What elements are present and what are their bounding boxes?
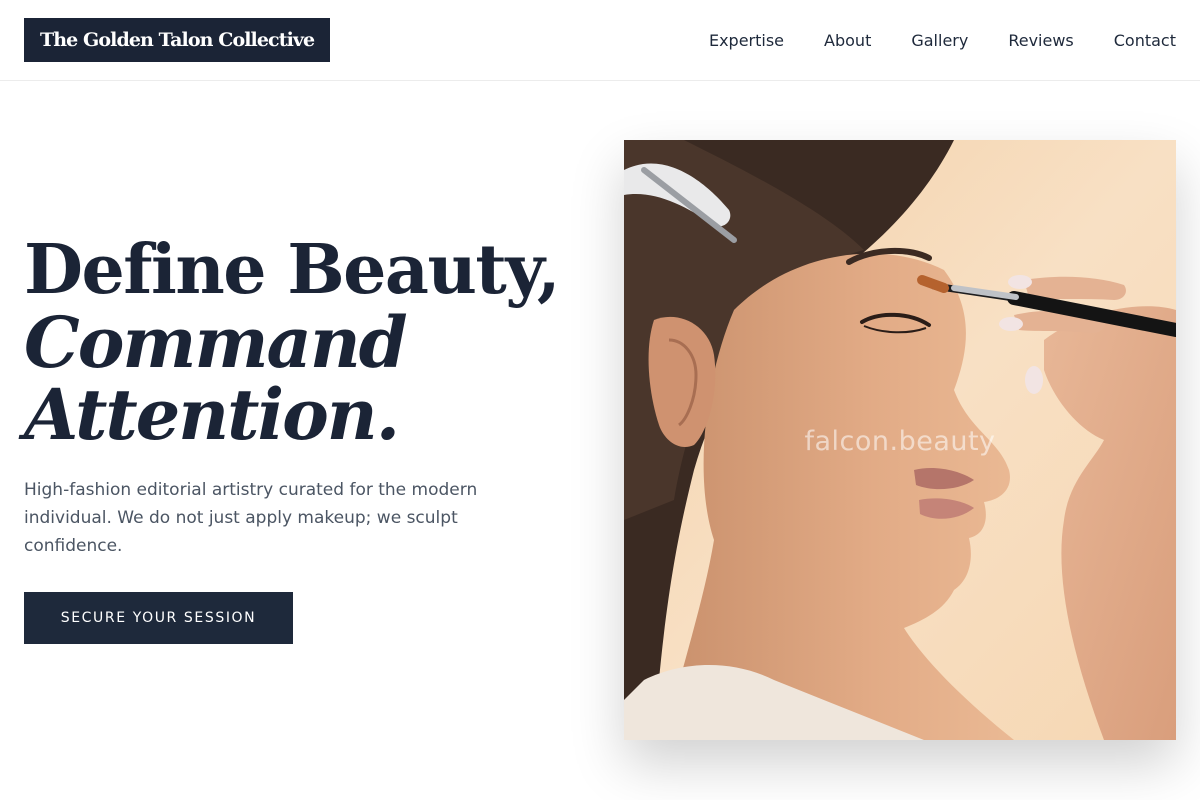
hero-subtitle: High-fashion editorial artistry curated … xyxy=(24,480,478,556)
image-watermark: falcon.beauty xyxy=(804,426,996,457)
headline-line-1: Define Beauty, xyxy=(24,230,561,310)
hero-headline: Define Beauty, Command Attention. xyxy=(24,230,561,456)
nav-reviews[interactable]: Reviews xyxy=(1008,31,1073,50)
brand-name: The Golden Talon Collective xyxy=(40,29,315,51)
nav-contact[interactable]: Contact xyxy=(1114,31,1176,50)
main-nav: Expertise About Gallery Reviews Contact xyxy=(709,0,1176,80)
site-header: The Golden Talon Collective Expertise Ab… xyxy=(0,0,1200,81)
brand-logo[interactable]: The Golden Talon Collective xyxy=(24,18,331,62)
nav-expertise[interactable]: Expertise xyxy=(709,31,784,50)
headline-line-3: Attention. xyxy=(24,373,400,456)
nav-about[interactable]: About xyxy=(824,31,871,50)
nav-gallery[interactable]: Gallery xyxy=(911,31,968,50)
secure-session-button[interactable]: SECURE YOUR SESSION xyxy=(24,592,293,644)
hero-photo: falcon.beauty xyxy=(624,140,1176,740)
headline-line-2: Command xyxy=(24,301,408,384)
